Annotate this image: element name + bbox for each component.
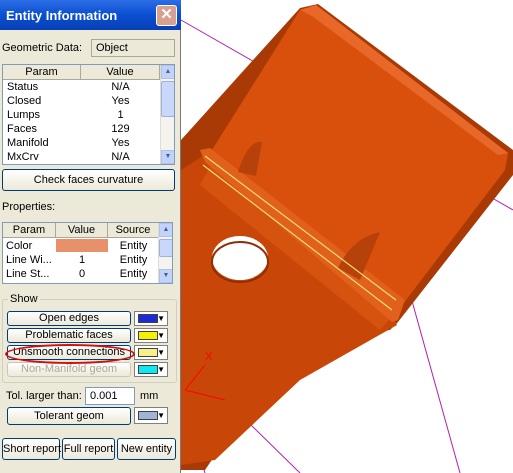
- params-cell-value: Yes: [111, 137, 130, 149]
- properties-cell-source: Entity: [119, 240, 148, 252]
- scroll-thumb[interactable]: [161, 81, 174, 117]
- properties-header-source[interactable]: Source: [108, 223, 159, 238]
- chevron-down-icon: ▼: [157, 411, 165, 420]
- params-scrollbar[interactable]: ▲ ▼: [160, 65, 174, 164]
- scroll-up-icon[interactable]: ▲: [159, 223, 172, 237]
- close-button[interactable]: ✕: [156, 5, 177, 26]
- show-label: Show: [8, 293, 40, 305]
- properties-scrollbar[interactable]: ▲ ▼: [158, 223, 172, 283]
- tolerant-geom-color-picker[interactable]: ▼: [134, 407, 168, 424]
- properties-cell-param: Line St...: [6, 268, 50, 280]
- show-color-picker[interactable]: ▼: [134, 328, 168, 343]
- show-problematic-faces-button[interactable]: Problematic faces: [7, 328, 131, 343]
- properties-cell-value[interactable]: [56, 239, 108, 252]
- scroll-down-icon[interactable]: ▼: [159, 269, 172, 283]
- scroll-down-icon[interactable]: ▼: [161, 150, 174, 164]
- scroll-up-icon[interactable]: ▲: [161, 65, 174, 79]
- params-cell-param: Status: [7, 81, 39, 93]
- color-swatch: [138, 411, 158, 420]
- properties-cell-value[interactable]: 1: [56, 253, 108, 267]
- properties-cell-param: Color: [6, 240, 33, 252]
- chevron-down-icon: ▼: [157, 331, 165, 340]
- params-cell-value: Yes: [111, 95, 130, 107]
- params-table[interactable]: Param Value Status N/A Closed Yes Lumps 1 Face…: [2, 64, 175, 165]
- tolerance-input[interactable]: 0.001: [85, 387, 135, 405]
- params-cell-value: 129: [111, 123, 130, 135]
- params-cell-value: N/A: [111, 151, 130, 163]
- show-color-picker[interactable]: ▼: [134, 345, 168, 360]
- show-non-manifold-geom-button: Non-Manifold geom: [7, 362, 131, 377]
- svg-text:X: X: [205, 351, 213, 363]
- tolerant-geom-button[interactable]: Tolerant geom: [7, 407, 131, 425]
- annotation-highlight-ellipse: [5, 344, 135, 364]
- show-color-picker[interactable]: ▼: [134, 362, 168, 377]
- show-open-edges-button[interactable]: Open edges: [7, 311, 131, 326]
- params-cell-param: Closed: [7, 95, 42, 107]
- scroll-thumb[interactable]: [159, 239, 172, 257]
- chevron-down-icon: ▼: [157, 365, 165, 374]
- properties-cell-param: Line Wi...: [6, 254, 52, 266]
- properties-cell-source: Entity: [119, 254, 148, 266]
- short-report-button[interactable]: Short report: [2, 438, 61, 460]
- params-cell-param: MxCrv: [7, 151, 39, 163]
- params-cell-value: 1: [117, 109, 124, 121]
- title-bar: Entity Information ✕: [0, 0, 181, 30]
- window-title: Entity Information: [6, 8, 118, 23]
- geometric-data-field: Object: [91, 39, 175, 57]
- tolerance-label: Tol. larger than:: [6, 390, 82, 402]
- params-cell-param: Manifold: [7, 137, 49, 149]
- close-icon: ✕: [160, 6, 173, 23]
- new-entity-button[interactable]: New entity: [117, 438, 176, 460]
- color-swatch: [138, 314, 158, 323]
- entity-info-panel: Entity Information ✕ Geometric Data: Obj…: [0, 0, 181, 473]
- properties-cell-source: Entity: [119, 268, 148, 280]
- tolerance-unit: mm: [140, 390, 159, 402]
- properties-header-value[interactable]: Value: [56, 223, 108, 238]
- params-cell-param: Faces: [7, 123, 37, 135]
- color-swatch: [138, 331, 158, 340]
- color-swatch: [138, 348, 158, 357]
- params-header-value[interactable]: Value: [81, 65, 160, 80]
- params-cell-param: Lumps: [7, 109, 41, 121]
- chevron-down-icon: ▼: [157, 314, 165, 323]
- properties-cell-value[interactable]: 0: [56, 267, 108, 281]
- color-swatch: [138, 365, 158, 374]
- properties-table[interactable]: Param Value Source Color Entity Line Wi...…: [2, 222, 173, 284]
- show-color-picker[interactable]: ▼: [134, 311, 168, 326]
- params-cell-value: N/A: [111, 81, 130, 93]
- check-faces-curvature-button[interactable]: Check faces curvature: [2, 169, 175, 191]
- params-header-param[interactable]: Param: [3, 65, 81, 80]
- properties-header-param[interactable]: Param: [3, 223, 56, 238]
- geometric-data-label: Geometric Data:: [2, 42, 83, 54]
- chevron-down-icon: ▼: [157, 348, 165, 357]
- properties-label: Properties:: [2, 201, 56, 213]
- full-report-button[interactable]: Full report: [62, 438, 115, 460]
